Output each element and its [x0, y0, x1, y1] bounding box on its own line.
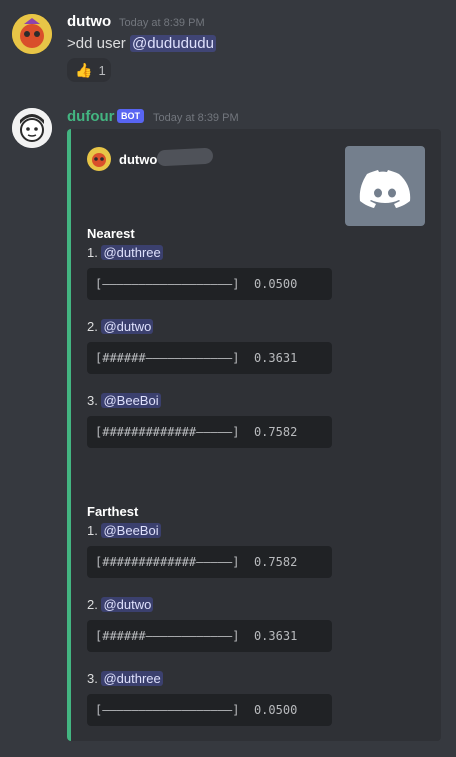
nearest-title: Nearest — [87, 226, 135, 241]
score-bar: [——————————————————] 0.0500 — [87, 694, 332, 726]
rank-number: 1. — [87, 523, 98, 538]
rank-number: 2. — [87, 319, 98, 334]
farthest-item-3: 3. @duthree — [87, 671, 163, 686]
rank-number: 3. — [87, 393, 98, 408]
user-mention[interactable]: @BeeBoi — [101, 523, 161, 538]
rank-number: 3. — [87, 671, 98, 686]
rank-number: 2. — [87, 597, 98, 612]
farthest-item-2: 2. @dutwo — [87, 597, 154, 612]
embed-author: dutwo — [87, 147, 157, 171]
avatar-image — [87, 147, 111, 171]
discord-logo-icon — [359, 170, 411, 208]
embed: dutwo Nearest 1. @duthree [—————————————… — [67, 129, 441, 741]
redaction-scribble — [156, 147, 214, 167]
avatar-image — [12, 108, 52, 148]
score-bar: [######————————————] 0.3631 — [87, 342, 332, 374]
message-2: dufour BOT Today at 8:39 PM dutwo Neares… — [0, 0, 456, 757]
score-bar: [######————————————] 0.3631 — [87, 620, 332, 652]
user-mention[interactable]: @duthree — [101, 671, 163, 686]
farthest-item-1: 1. @BeeBoi — [87, 523, 161, 538]
user-mention[interactable]: @dutwo — [101, 319, 154, 334]
rank-number: 1. — [87, 245, 98, 260]
nearest-item-2: 2. @dutwo — [87, 319, 154, 334]
user-mention[interactable]: @BeeBoi — [101, 393, 161, 408]
score-bar: [——————————————————] 0.0500 — [87, 268, 332, 300]
username[interactable]: dufour — [67, 108, 114, 125]
bot-tag: BOT — [117, 109, 144, 123]
embed-author-avatar — [87, 147, 111, 171]
farthest-title: Farthest — [87, 504, 139, 519]
user-mention[interactable]: @duthree — [101, 245, 163, 260]
embed-thumbnail[interactable] — [345, 146, 425, 226]
nearest-item-3: 3. @BeeBoi — [87, 393, 161, 408]
score-bar: [#############—————] 0.7582 — [87, 546, 332, 578]
user-mention[interactable]: @dutwo — [101, 597, 154, 612]
avatar[interactable] — [12, 108, 52, 148]
timestamp: Today at 8:39 PM — [153, 112, 239, 124]
score-bar: [#############—————] 0.7582 — [87, 416, 332, 448]
nearest-item-1: 1. @duthree — [87, 245, 163, 260]
embed-author-name[interactable]: dutwo — [119, 152, 157, 167]
